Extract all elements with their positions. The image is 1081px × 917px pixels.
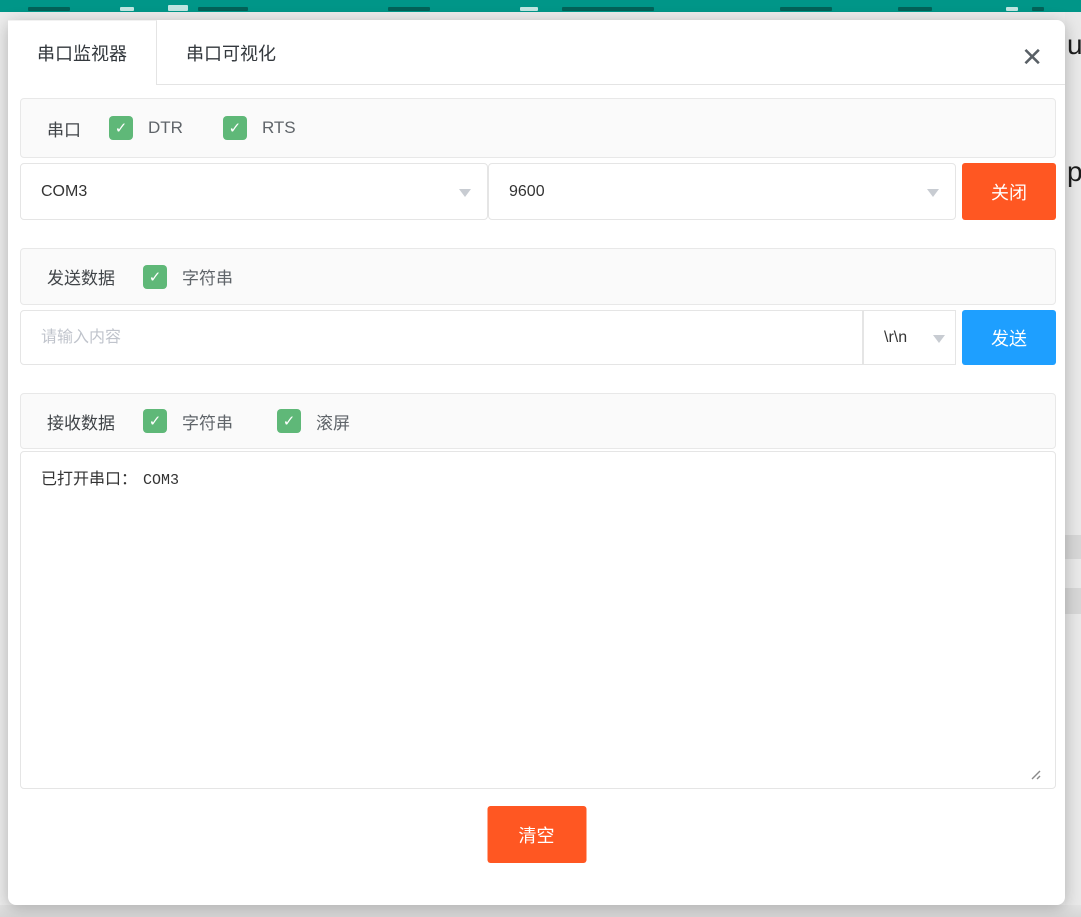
chevron-down-icon xyxy=(933,335,945,343)
check-icon: ✓ xyxy=(283,412,296,430)
topbar-fragment xyxy=(898,7,932,11)
dtr-checkbox[interactable]: ✓ xyxy=(109,116,133,140)
serial-monitor-dialog: 串口监视器 串口可视化 ✕ 串口 ✓ DTR ✓ RTS COM3 xyxy=(8,20,1065,905)
receive-string-label: 字符串 xyxy=(182,409,233,434)
send-string-label: 字符串 xyxy=(182,264,233,289)
scroll-checkbox-group: ✓ 滚屏 xyxy=(277,409,350,434)
baud-select[interactable]: 9600 xyxy=(488,163,956,220)
topbar-fragment xyxy=(198,7,248,11)
send-input[interactable] xyxy=(20,310,863,365)
receive-output[interactable]: 已打开串口： COM3 xyxy=(20,451,1056,789)
scroll-checkbox[interactable]: ✓ xyxy=(277,409,301,433)
resize-handle-icon[interactable] xyxy=(1029,768,1041,780)
rts-checkbox[interactable]: ✓ xyxy=(223,116,247,140)
receive-output-prefix: 已打开串口： xyxy=(41,471,137,488)
topbar-fragment xyxy=(168,5,188,11)
send-string-checkbox[interactable]: ✓ xyxy=(143,265,167,289)
topbar-fragment xyxy=(388,7,430,11)
line-ending-value: \r\n xyxy=(884,329,907,347)
page-band xyxy=(1065,588,1081,614)
port-select-value: COM3 xyxy=(41,183,87,201)
close-icon[interactable]: ✕ xyxy=(1021,44,1043,70)
chevron-down-icon xyxy=(927,189,939,197)
dtr-label: DTR xyxy=(148,118,183,138)
clear-button[interactable]: 清空 xyxy=(487,806,586,863)
dtr-checkbox-group: ✓ DTR xyxy=(109,116,183,140)
line-ending-select[interactable]: \r\n xyxy=(863,310,956,365)
serial-section-header: 串口 ✓ DTR ✓ RTS xyxy=(20,98,1056,158)
tab-serial-monitor[interactable]: 串口监视器 xyxy=(8,20,157,85)
page-behind-dialog: u p xyxy=(1065,12,1081,905)
screen: u p 串口监视器 串口可视化 ✕ 串口 ✓ DTR ✓ RTS xyxy=(0,0,1081,917)
check-icon: ✓ xyxy=(149,268,162,286)
page-bottom-strip xyxy=(0,905,1081,917)
receive-string-checkbox-group: ✓ 字符串 xyxy=(143,409,233,434)
close-port-button[interactable]: 关闭 xyxy=(962,163,1056,220)
send-section-label: 发送数据 xyxy=(47,264,115,289)
topbar-fragment xyxy=(520,7,538,11)
scroll-label: 滚屏 xyxy=(316,409,350,434)
check-icon: ✓ xyxy=(149,412,162,430)
topbar-fragment xyxy=(780,7,832,11)
rts-label: RTS xyxy=(262,118,296,138)
dialog-tabbar: 串口监视器 串口可视化 xyxy=(8,20,1065,85)
receive-string-checkbox[interactable]: ✓ xyxy=(143,409,167,433)
send-button[interactable]: 发送 xyxy=(962,310,1056,365)
serial-section-label: 串口 xyxy=(47,116,81,141)
port-select[interactable]: COM3 xyxy=(20,163,488,220)
app-topbar xyxy=(0,0,1081,12)
tab-serial-visualization[interactable]: 串口可视化 xyxy=(157,20,305,85)
topbar-fragment xyxy=(1032,7,1044,11)
topbar-fragment xyxy=(28,7,70,11)
topbar-fragment xyxy=(562,7,654,11)
send-string-checkbox-group: ✓ 字符串 xyxy=(143,264,233,289)
chevron-down-icon xyxy=(459,189,471,197)
clipped-page-text: p xyxy=(1067,158,1081,186)
page-band xyxy=(1065,535,1081,559)
baud-select-value: 9600 xyxy=(509,183,545,201)
check-icon: ✓ xyxy=(229,119,242,137)
clipped-page-text: u xyxy=(1067,31,1081,59)
send-section-header: 发送数据 ✓ 字符串 xyxy=(20,248,1056,305)
receive-section-header: 接收数据 ✓ 字符串 ✓ 滚屏 xyxy=(20,393,1056,449)
receive-section-label: 接收数据 xyxy=(47,409,115,434)
rts-checkbox-group: ✓ RTS xyxy=(223,116,296,140)
check-icon: ✓ xyxy=(115,119,128,137)
topbar-fragment xyxy=(120,7,134,11)
topbar-fragment xyxy=(1006,7,1018,11)
receive-output-port: COM3 xyxy=(143,472,179,489)
